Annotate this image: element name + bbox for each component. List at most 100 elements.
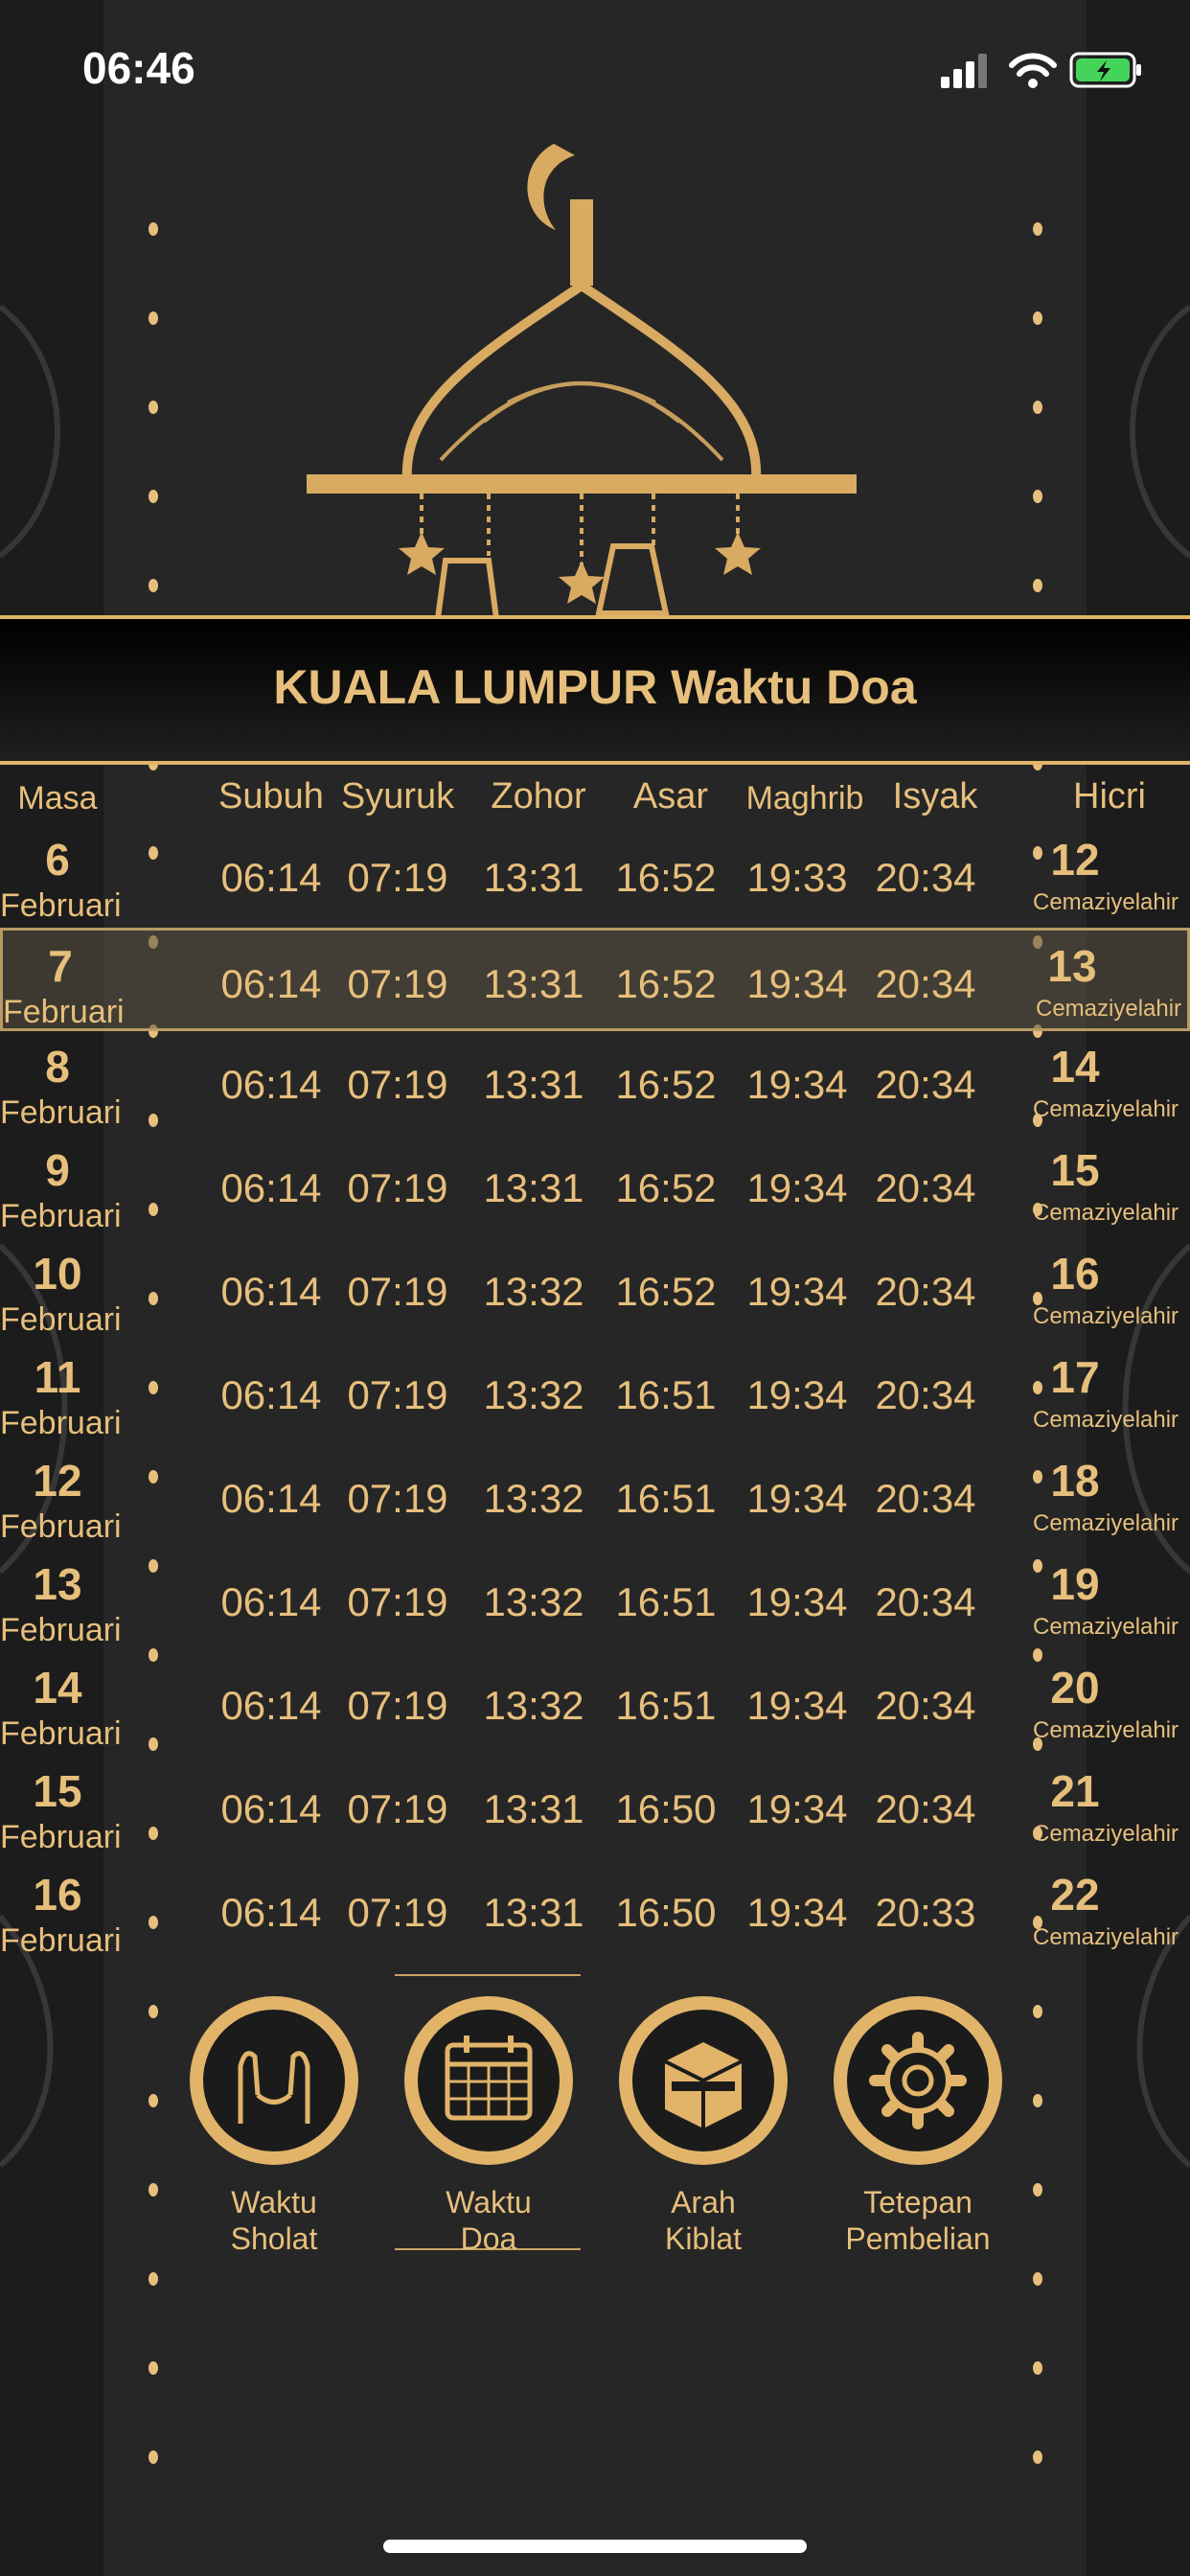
date-day: 8: [45, 1042, 70, 1092]
time-maghrib: 19:34: [746, 1062, 848, 1107]
decorative-dot: [1033, 2361, 1042, 2375]
table-row[interactable]: 13 Februari 06:14 07:19 13:32 16:51 19:3…: [0, 1549, 1190, 1652]
date-month: Februari: [0, 1508, 122, 1545]
decorative-dot: [149, 2094, 158, 2107]
decorative-dot: [149, 311, 158, 325]
time-asar: 16:50: [615, 1786, 717, 1831]
table-row[interactable]: 8 Februari 06:14 07:19 13:31 16:52 19:34…: [0, 1031, 1190, 1135]
time-asar: 16:51: [615, 1476, 717, 1521]
decorative-dot: [149, 222, 158, 236]
hicri-month: Cemaziyelahir: [1033, 1303, 1179, 1329]
header-syuruk: Syuruk: [340, 776, 455, 816]
nav-waktu-sholat[interactable]: Waktu Sholat: [178, 1990, 370, 2257]
date-day: 7: [48, 941, 73, 991]
table-row[interactable]: 14 Februari 06:14 07:19 13:32 16:51 19:3…: [0, 1652, 1190, 1756]
table-row[interactable]: 9 Februari 06:14 07:19 13:31 16:52 19:34…: [0, 1135, 1190, 1238]
table-row[interactable]: 12 Februari 06:14 07:19 13:32 16:51 19:3…: [0, 1445, 1190, 1549]
time-subuh: 06:14: [220, 1579, 322, 1624]
hicri-day: 22: [1050, 1870, 1100, 1920]
time-isyak: 20:34: [875, 1476, 976, 1521]
time-isyak: 20:34: [875, 1579, 976, 1624]
time-isyak: 20:34: [875, 1786, 976, 1831]
hicri-day: 18: [1050, 1456, 1100, 1506]
table-row[interactable]: 11 Februari 06:14 07:19 13:32 16:51 19:3…: [0, 1342, 1190, 1445]
hicri-day: 15: [1050, 1145, 1100, 1195]
hicri-day: 16: [1050, 1249, 1100, 1299]
date-month: Februari: [0, 1405, 122, 1441]
nav-label-line1: Arah: [671, 2185, 736, 2220]
decorative-dot: [149, 490, 158, 503]
hicri-day: 13: [1047, 941, 1097, 991]
page-title: KUALA LUMPUR Waktu Doa: [273, 660, 917, 714]
hicri-month: Cemaziyelahir: [1033, 1614, 1179, 1640]
hicri-day: 14: [1050, 1042, 1100, 1092]
time-isyak: 20:34: [875, 1062, 976, 1107]
kaaba-icon: [619, 1996, 788, 2165]
mosque-illustration: [307, 144, 857, 635]
time-zohor: 13:31: [483, 1165, 584, 1210]
status-time: 06:46: [82, 43, 195, 93]
date-month: Februari: [0, 887, 122, 924]
decorative-dot: [1033, 2094, 1042, 2107]
time-maghrib: 19:34: [746, 1372, 848, 1417]
date-month: Februari: [3, 994, 125, 1030]
decorative-dot: [1033, 222, 1042, 236]
decorative-dot: [1033, 401, 1042, 414]
time-maghrib: 19:34: [746, 1890, 848, 1935]
date-day: 16: [33, 1870, 82, 1920]
table-row[interactable]: 6 Februari 06:14 07:19 13:31 16:52 19:33…: [0, 824, 1190, 928]
table-row[interactable]: 15 Februari 06:14 07:19 13:31 16:50 19:3…: [0, 1756, 1190, 1859]
time-asar: 16:52: [615, 1062, 717, 1107]
time-syuruk: 07:19: [347, 1165, 448, 1210]
nav-tetepan-pembelian[interactable]: Tetepan Pembelian: [822, 1990, 1014, 2257]
time-isyak: 20:34: [875, 855, 976, 900]
header-hicri: Hicri: [1073, 776, 1146, 816]
praying-hands-icon: [190, 1996, 358, 2165]
table-row-selected[interactable]: 7 Februari 06:14 07:19 13:31 16:52 19:34…: [0, 928, 1190, 1031]
time-syuruk: 07:19: [347, 961, 448, 1006]
time-syuruk: 07:19: [347, 1786, 448, 1831]
time-maghrib: 19:34: [746, 1165, 848, 1210]
hicri-month: Cemaziyelahir: [1033, 889, 1179, 915]
decorative-dot: [149, 2272, 158, 2286]
date-day: 11: [34, 1352, 81, 1402]
time-asar: 16:51: [615, 1579, 717, 1624]
decorative-dot: [149, 2005, 158, 2018]
nav-waktu-doa[interactable]: Waktu Doa: [393, 1990, 584, 2257]
date-month: Februari: [0, 1819, 122, 1855]
hicri-day: 12: [1050, 835, 1100, 885]
date-month: Februari: [0, 1301, 122, 1338]
hicri-month: Cemaziyelahir: [1033, 1407, 1179, 1433]
decorative-dot: [149, 2361, 158, 2375]
time-zohor: 13:32: [483, 1269, 584, 1314]
time-isyak: 20:34: [875, 1269, 976, 1314]
decorative-dot: [149, 579, 158, 592]
hicri-month: Cemaziyelahir: [1033, 1200, 1179, 1226]
table-row[interactable]: 16 Februari 06:14 07:19 13:31 16:50 19:3…: [0, 1859, 1190, 1963]
decorative-dot: [1033, 490, 1042, 503]
home-indicator[interactable]: [383, 2540, 807, 2553]
time-subuh: 06:14: [220, 1476, 322, 1521]
time-maghrib: 19:34: [746, 1786, 848, 1831]
time-asar: 16:52: [615, 1165, 717, 1210]
decorative-dot: [1033, 2005, 1042, 2018]
wifi-icon: [1009, 53, 1057, 88]
time-maghrib: 19:33: [746, 855, 848, 900]
time-zohor: 13:31: [483, 1062, 584, 1107]
decorative-dot: [1033, 2272, 1042, 2286]
date-day: 6: [45, 835, 70, 885]
hicri-day: 17: [1050, 1352, 1100, 1402]
time-syuruk: 07:19: [347, 1579, 448, 1624]
date-day: 9: [45, 1145, 70, 1195]
date-month: Februari: [0, 1715, 122, 1752]
decorative-dot: [1033, 2450, 1042, 2464]
time-syuruk: 07:19: [347, 1683, 448, 1728]
time-asar: 16:50: [615, 1890, 717, 1935]
hicri-month: Cemaziyelahir: [1033, 1096, 1179, 1122]
time-subuh: 06:14: [220, 1890, 322, 1935]
time-maghrib: 19:34: [746, 1579, 848, 1624]
nav-label-line2: Pembelian: [845, 2221, 991, 2256]
nav-arah-kiblat[interactable]: Arah Kiblat: [607, 1990, 799, 2257]
table-row[interactable]: 10 Februari 06:14 07:19 13:32 16:52 19:3…: [0, 1238, 1190, 1342]
time-subuh: 06:14: [220, 1786, 322, 1831]
